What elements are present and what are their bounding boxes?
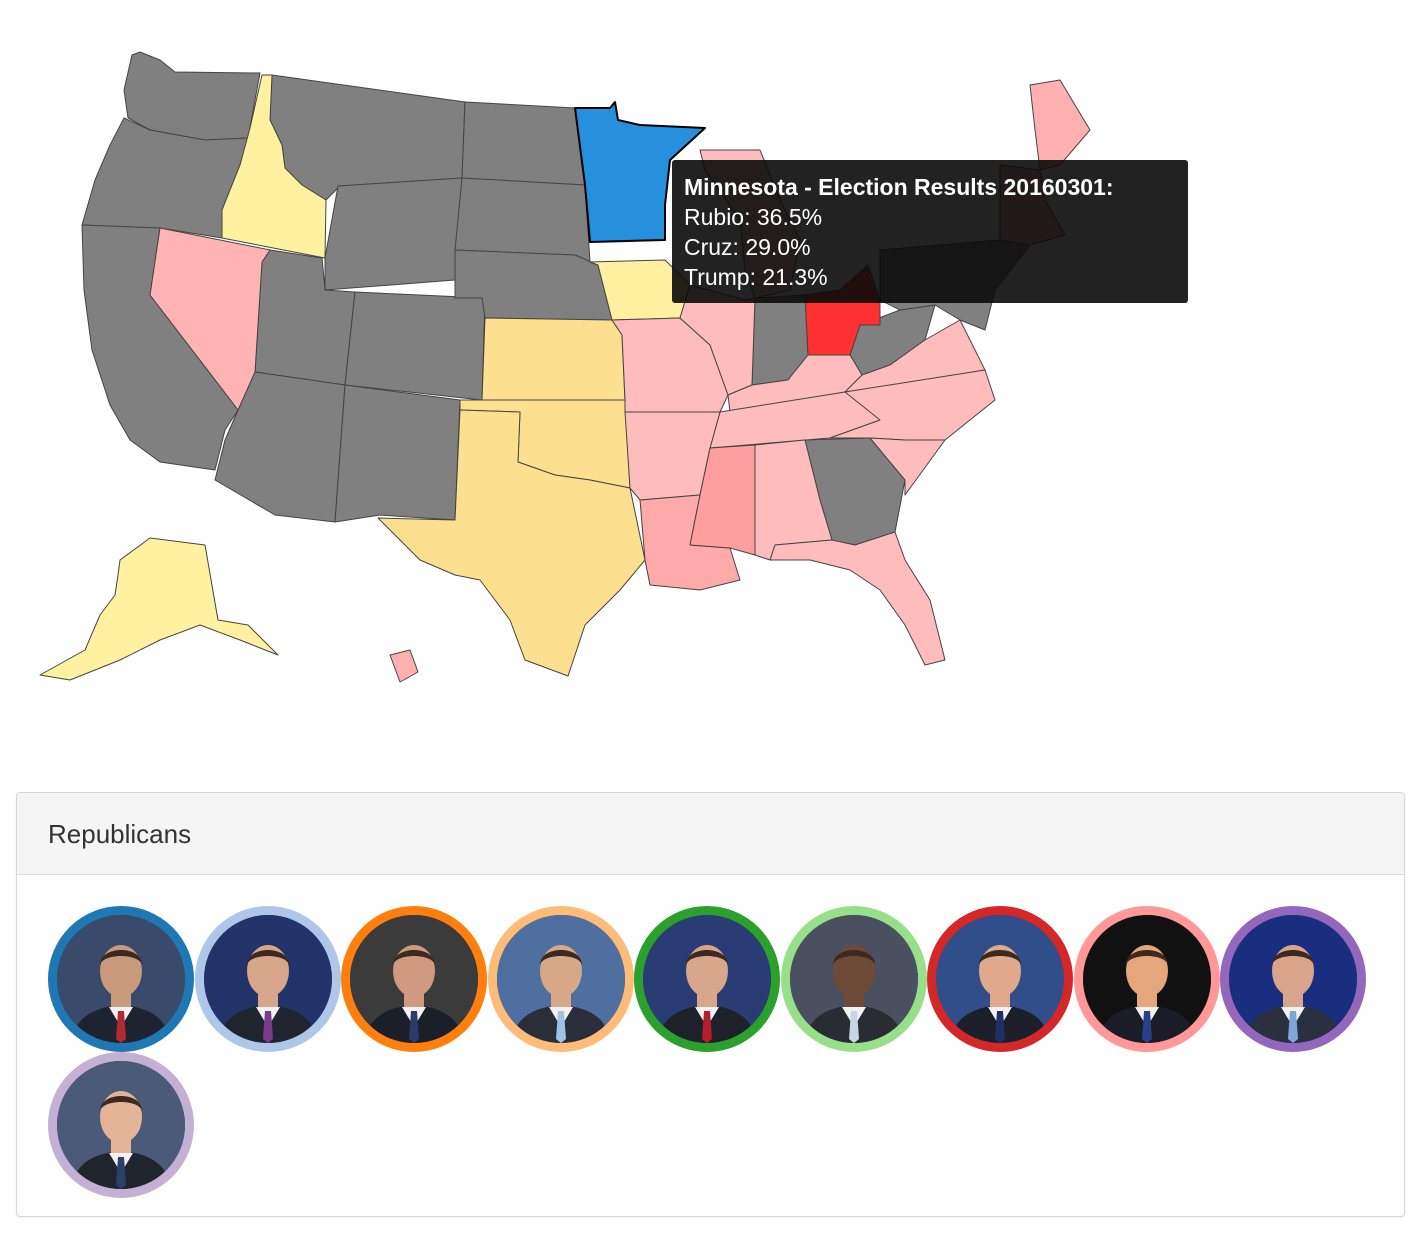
- candidate-avatar-romney[interactable]: [1220, 906, 1366, 1052]
- candidate-photo: [643, 915, 771, 1043]
- candidate-avatar-christie[interactable]: [194, 906, 341, 1052]
- candidate-photo: [57, 1061, 185, 1189]
- candidate-avatar-paul[interactable]: [634, 906, 780, 1052]
- candidate-avatar-trump[interactable]: [1073, 906, 1220, 1052]
- candidate-photo: [1229, 915, 1357, 1043]
- state-maine[interactable]: [1029, 79, 1091, 171]
- state-colorado[interactable]: [344, 291, 486, 401]
- state-north-dakota[interactable]: [461, 101, 586, 186]
- tooltip-title: Minnesota - Election Results 20160301:: [684, 174, 1114, 200]
- state-wyoming[interactable]: [324, 177, 463, 291]
- candidate-avatar-carson[interactable]: [780, 906, 927, 1052]
- state-new-mexico[interactable]: [334, 384, 461, 523]
- candidate-photo: [1082, 915, 1211, 1043]
- state-florida[interactable]: [769, 531, 946, 666]
- republicans-panel: Republicans: [16, 792, 1405, 1217]
- candidate-avatar-ryan[interactable]: [48, 1052, 194, 1198]
- candidate-photo: [57, 915, 185, 1043]
- tooltip-line: Trump: 21.3%: [684, 264, 828, 290]
- candidate-avatar-bush[interactable]: [341, 906, 487, 1052]
- us-election-map: Minnesota - Election Results 20160301: R…: [0, 0, 1420, 760]
- candidate-avatar-rubio[interactable]: [48, 906, 194, 1052]
- candidate-photo: [936, 915, 1064, 1043]
- candidate-avatar-cruz[interactable]: [487, 906, 634, 1052]
- us-map-svg: [39, 51, 1091, 683]
- state-hawaii[interactable]: [389, 649, 419, 683]
- tooltip-line: Rubio: 36.5%: [684, 204, 823, 230]
- candidate-photo: [789, 915, 918, 1043]
- map-tooltip: Minnesota - Election Results 20160301: R…: [672, 160, 1188, 303]
- state-south-dakota[interactable]: [454, 177, 591, 263]
- candidate-avatar-kasich[interactable]: [927, 906, 1073, 1052]
- state-washington[interactable]: [123, 51, 261, 141]
- tooltip-line: Cruz: 29.0%: [684, 234, 811, 260]
- candidate-photo: [350, 915, 478, 1043]
- panel-heading: Republicans: [17, 793, 1404, 875]
- candidate-photo: [203, 915, 332, 1043]
- state-kansas[interactable]: [481, 317, 626, 401]
- candidate-photo: [496, 915, 625, 1043]
- state-alaska[interactable]: [39, 537, 279, 681]
